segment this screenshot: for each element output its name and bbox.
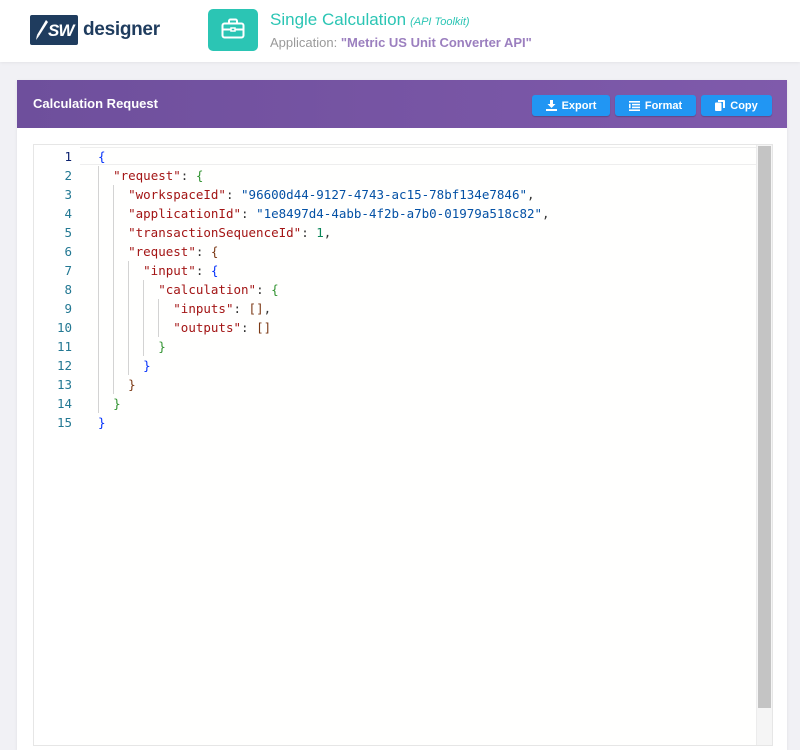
code-text[interactable]: } (98, 394, 121, 413)
code-text[interactable]: } (98, 413, 106, 432)
code-text[interactable]: "transactionSequenceId": 1, (98, 223, 331, 242)
sw-designer-logo[interactable]: SW designer (30, 15, 160, 45)
code-text[interactable]: "request": { (98, 166, 203, 185)
line-number: 11 (56, 339, 72, 354)
line-number: 8 (64, 282, 72, 297)
line-number: 14 (56, 396, 72, 411)
line-number: 12 (56, 358, 72, 373)
code-line: 10 "outputs": [] (34, 318, 756, 337)
app-title-text: Single Calculation (270, 10, 407, 29)
code-line: 1 { (34, 147, 756, 166)
code-line: 8 "calculation": { (34, 280, 756, 299)
code-line: 9 "inputs": [], (34, 299, 756, 318)
code-text[interactable]: } (98, 337, 166, 356)
format-button[interactable]: Format (615, 95, 696, 116)
line-number: 3 (64, 187, 72, 202)
line-number: 7 (64, 263, 72, 278)
code-line: 3 "workspaceId": "96600d44-9127-4743-ac1… (34, 185, 756, 204)
line-number: 13 (56, 377, 72, 392)
line-number: 1 (64, 149, 72, 164)
application-name: "Metric US Unit Converter API" (340, 35, 532, 50)
code-line: 11 } (34, 337, 756, 356)
code-line: 6 "request": { (34, 242, 756, 261)
calculation-request-panel: Calculation Request Export Format Copy 1… (17, 80, 787, 750)
vertical-scrollbar-thumb[interactable] (758, 146, 771, 708)
line-number: 9 (64, 301, 72, 316)
code-text[interactable]: "request": { (98, 242, 218, 261)
code-text[interactable]: "calculation": { (98, 280, 278, 299)
code-line: 7 "input": { (34, 261, 756, 280)
code-line: 5 "transactionSequenceId": 1, (34, 223, 756, 242)
download-icon (545, 100, 557, 111)
pen-icon (36, 20, 48, 40)
briefcase-icon (208, 9, 258, 51)
code-text[interactable]: } (98, 356, 151, 375)
app-title: Single Calculation (API Toolkit) (270, 10, 470, 30)
code-text[interactable]: "applicationId": "1e8497d4-4abb-4f2b-a7b… (98, 204, 549, 223)
copy-icon (715, 100, 726, 111)
panel-header: Calculation Request Export Format Copy (17, 80, 787, 128)
code-line: 14 } (34, 394, 756, 413)
top-bar: SW designer Single Calculation (API Toolk… (0, 0, 800, 62)
json-code-editor[interactable]: 1 { 2 "request": { 3 "workspaceId": "966… (33, 144, 773, 746)
logo-designer-text: designer (83, 19, 160, 40)
align-left-icon (628, 100, 640, 111)
logo-sw-text: SW (48, 21, 74, 40)
code-text[interactable]: "inputs": [], (98, 299, 271, 318)
code-text[interactable]: "workspaceId": "96600d44-9127-4743-ac15-… (98, 185, 534, 204)
export-button[interactable]: Export (532, 95, 610, 116)
copy-button[interactable]: Copy (701, 95, 772, 116)
code-line: 4 "applicationId": "1e8497d4-4abb-4f2b-a… (34, 204, 756, 223)
format-label: Format (644, 99, 683, 112)
code-lines: 1 { 2 "request": { 3 "workspaceId": "966… (34, 147, 756, 432)
line-number: 15 (56, 415, 72, 430)
line-number: 10 (56, 320, 72, 335)
application-line: Application: "Metric US Unit Converter A… (270, 35, 532, 50)
code-line: 12 } (34, 356, 756, 375)
code-line: 13 } (34, 375, 756, 394)
code-line: 2 "request": { (34, 166, 756, 185)
logo-mark: SW (30, 15, 78, 45)
line-number: 2 (64, 168, 72, 183)
line-number: 5 (64, 225, 72, 240)
code-text[interactable]: "outputs": [] (98, 318, 271, 337)
code-text[interactable]: "input": { (98, 261, 218, 280)
code-line: 15 } (34, 413, 756, 432)
line-number: 6 (64, 244, 72, 259)
code-text[interactable]: { (98, 147, 106, 166)
app-toolkit-label: (API Toolkit) (410, 16, 470, 28)
application-label: Application: (270, 35, 338, 50)
export-label: Export (561, 99, 597, 112)
code-text[interactable]: } (98, 375, 136, 394)
panel-title: Calculation Request (33, 96, 158, 111)
line-number: 4 (64, 206, 72, 221)
copy-label: Copy (730, 99, 758, 112)
